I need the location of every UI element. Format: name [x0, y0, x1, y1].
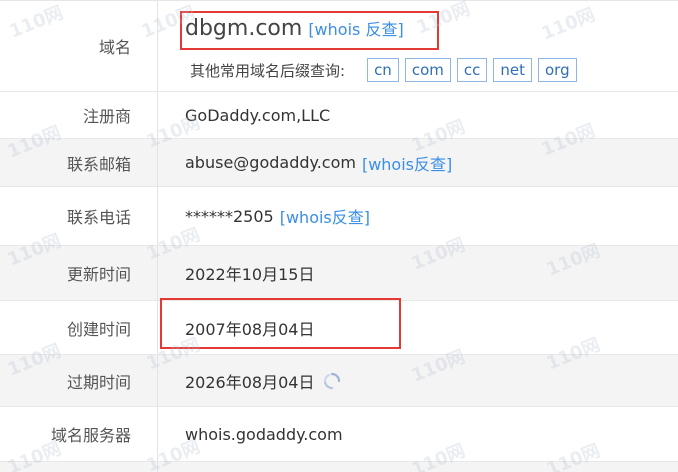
- row-expires: 过期时间 2026年08月04日: [0, 355, 678, 407]
- email-whois-link[interactable]: [whois反查]: [362, 151, 452, 175]
- domain-whois-link[interactable]: [whois 反查]: [308, 16, 403, 40]
- row-label-email: 联系邮箱: [0, 139, 158, 186]
- row-label-updated: 更新时间: [0, 246, 158, 300]
- suffix-cc[interactable]: cc: [456, 58, 488, 82]
- suffix-query-line: 其他常用域名后缀查询: cn com cc net org: [190, 58, 577, 82]
- row-partial: [0, 462, 678, 472]
- suffix-prompt: 其他常用域名后缀查询:: [190, 61, 346, 80]
- row-domain: 域名 dbgm.com [whois 反查] 其他常用域名后缀查询: cn co…: [0, 1, 678, 92]
- row-label-registrar: 注册商: [0, 92, 158, 138]
- created-text: 2007年08月04日: [185, 319, 315, 339]
- row-label-nameserver: 域名服务器: [0, 407, 158, 461]
- phone-text: ******2505: [185, 206, 274, 226]
- suffix-org[interactable]: org: [538, 58, 577, 82]
- suffix-cn[interactable]: cn: [367, 58, 399, 82]
- created-value: 2007年08月04日: [185, 301, 314, 354]
- row-label-created: 创建时间: [0, 301, 158, 354]
- nameserver-value: whois.godaddy.com: [185, 407, 343, 461]
- row-created: 创建时间 2007年08月04日: [0, 301, 678, 355]
- domain-value: dbgm.com [whois 反查]: [185, 9, 404, 47]
- domain-name: dbgm.com: [185, 15, 303, 41]
- row-nameserver: 域名服务器 whois.godaddy.com: [0, 407, 678, 462]
- updated-value: 2022年10月15日: [185, 246, 314, 300]
- whois-table: 域名 dbgm.com [whois 反查] 其他常用域名后缀查询: cn co…: [0, 0, 678, 472]
- row-updated: 更新时间 2022年10月15日: [0, 246, 678, 301]
- refresh-icon[interactable]: [322, 371, 342, 391]
- row-label-domain: 域名: [0, 1, 158, 91]
- expires-text: 2026年08月04日: [185, 372, 315, 392]
- registrar-value: GoDaddy.com,LLC: [185, 92, 330, 138]
- row-phone: 联系电话 ******2505 [whois反查]: [0, 187, 678, 246]
- row-label-phone: 联系电话: [0, 187, 158, 245]
- row-email: 联系邮箱 abuse@godaddy.com [whois反查]: [0, 139, 678, 187]
- row-label-expires: 过期时间: [0, 355, 158, 406]
- row-registrar: 注册商 GoDaddy.com,LLC: [0, 92, 678, 139]
- phone-value: ******2505 [whois反查]: [185, 187, 370, 245]
- row-label-partial: [0, 462, 158, 472]
- nameserver-text: whois.godaddy.com: [185, 424, 343, 444]
- updated-text: 2022年10月15日: [185, 265, 315, 284]
- suffix-net[interactable]: net: [493, 58, 532, 82]
- registrar-text: GoDaddy.com,LLC: [185, 105, 331, 125]
- suffix-com[interactable]: com: [404, 58, 451, 82]
- email-value: abuse@godaddy.com [whois反查]: [185, 139, 452, 186]
- expires-value: 2026年08月04日: [185, 355, 342, 406]
- phone-whois-link[interactable]: [whois反查]: [280, 204, 370, 228]
- email-text: abuse@godaddy.com: [185, 153, 356, 172]
